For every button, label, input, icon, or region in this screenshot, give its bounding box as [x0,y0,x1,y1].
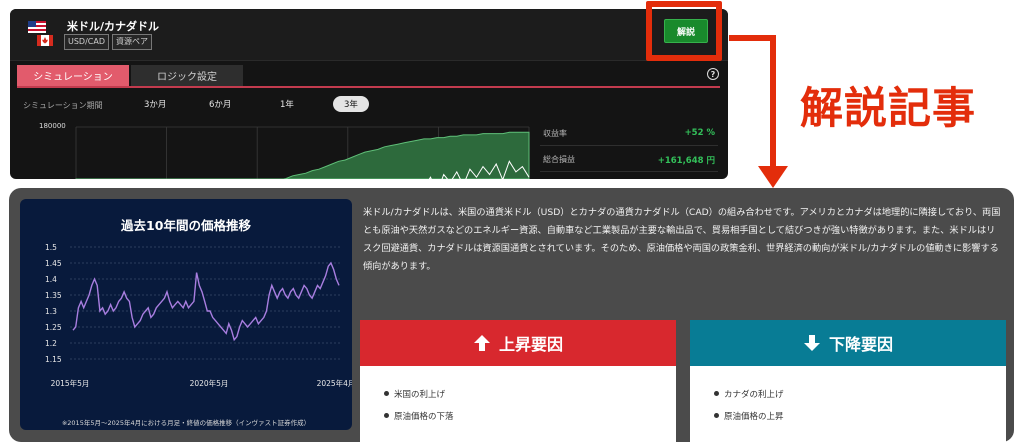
list-item: 米国の利上げ [384,388,676,410]
help-icon[interactable]: ? [707,68,719,80]
kaisetsu-button[interactable]: 解説 [664,19,708,43]
stat-value: +52 % [684,128,715,138]
chart-title: 過去10年間の価格推移 [121,218,251,233]
falling-factors-header: 下降要因 [690,320,1006,366]
x-tick-label: 2015年5月 [51,378,90,388]
falling-factors-list: カナダの利上げ 原油価格の上昇 [690,366,1006,432]
callout-arrow-icon [729,35,788,188]
factor-text: 原油価格の下落 [394,412,454,422]
bullet-icon [384,413,389,418]
tab-simulation[interactable]: シミュレーション [17,65,129,86]
factor-text: カナダの利上げ [724,390,784,400]
y-tick-label: 1.25 [45,323,62,332]
tab-logic-settings[interactable]: ロジック設定 [131,65,243,86]
rising-factors-title: 上昇要因 [498,335,563,354]
fx-app-panel: 米ドル/カナダドル USD/CAD 資源ペア シミュレーション ロジック設定 ?… [10,9,728,179]
arrow-up-icon [473,335,490,351]
factor-text: 米国の利上げ [394,390,446,400]
callout-title: 解説記事 [800,84,976,134]
period-3m[interactable]: 3か月 [144,98,166,110]
y-tick-label: 1.2 [45,339,57,348]
y-tick-label: 1.15 [45,355,62,364]
stat-return-rate: 収益率 +52 % [540,120,718,146]
stat-total-pnl: 総合損益 +161,648 円 [540,146,718,172]
stat-label: 総合損益 [543,155,575,164]
rising-factors-list: 米国の利上げ 原油価格の下落 [360,366,676,432]
simulation-chart-svg [75,126,530,179]
us-ca-flag-icon [28,21,53,46]
series-line [72,261,340,342]
stats-panel: 収益率 +52 % 総合損益 +161,648 円 [540,120,718,172]
rising-factors-card: 上昇要因 米国の利上げ 原油価格の下落 [360,320,676,442]
y-tick-label: 1.3 [45,307,57,316]
x-tick-label: 2020年5月 [190,378,229,388]
falling-factors-card: 下降要因 カナダの利上げ 原油価格の上昇 [690,320,1006,442]
y-tick-label: 1.4 [45,275,57,284]
rising-factors-header: 上昇要因 [360,320,676,366]
bullet-icon [714,413,719,418]
y-tick-label: 1.45 [45,259,62,268]
price-history-chart: 1.15 1.2 1.25 1.3 1.35 1.4 1.45 1.5 2015年5月 2020年… [45,243,352,388]
stat-label: 収益率 [543,129,567,138]
pair-name: 米ドル/カナダドル [67,20,160,33]
equity-area [75,131,530,179]
period-label: シミュレーション期間 [23,101,103,110]
pair-header: 米ドル/カナダドル USD/CAD 資源ペア [10,9,728,61]
list-item: カナダの利上げ [714,388,1006,410]
period-1y[interactable]: 1年 [280,98,294,110]
article-description: 米ドル/カナダドルは、米国の通貨米ドル（USD）とカナダの通貨カナダドル（CAD… [363,207,1001,272]
simulation-chart: 180000 [24,119,532,179]
period-selector: シミュレーション期間 3か月 6か月 1年 3年 [10,93,728,117]
sim-chart-top-label: 180000 [39,122,66,130]
list-item: 原油価格の上昇 [714,410,1006,432]
stat-value: +161,648 円 [657,156,715,166]
x-tick-label: 2025年4月 [317,378,352,388]
factor-text: 原油価格の上昇 [724,412,784,422]
arrow-down-icon [803,335,820,351]
bullet-icon [384,391,389,396]
period-3y[interactable]: 3年 [333,96,369,112]
chart-note: ※2015年5月〜2025年4月における月足・終値の価格推移（インヴァスト証券作… [61,419,311,427]
falling-factors-title: 下降要因 [828,335,893,354]
tag-symbol: USD/CAD [64,34,110,50]
tab-underline [17,86,720,88]
tab-bar: シミュレーション ロジック設定 [17,65,245,86]
article-panel: 過去10年間の価格推移 1.15 1.2 1.25 1.3 1.35 1.4 1.45 1.5… [9,188,1014,442]
price-history-card: 過去10年間の価格推移 1.15 1.2 1.25 1.3 1.35 1.4 1.45 1.5… [20,199,352,430]
period-6m[interactable]: 6か月 [209,98,231,110]
y-tick-label: 1.5 [45,243,57,252]
tag-category: 資源ペア [112,34,153,50]
pair-tags: USD/CAD 資源ペア [64,34,153,50]
list-item: 原油価格の下落 [384,410,676,432]
bullet-icon [714,391,719,396]
y-tick-label: 1.35 [45,291,62,300]
page: 米ドル/カナダドル USD/CAD 資源ペア シミュレーション ロジック設定 ?… [0,0,1024,446]
